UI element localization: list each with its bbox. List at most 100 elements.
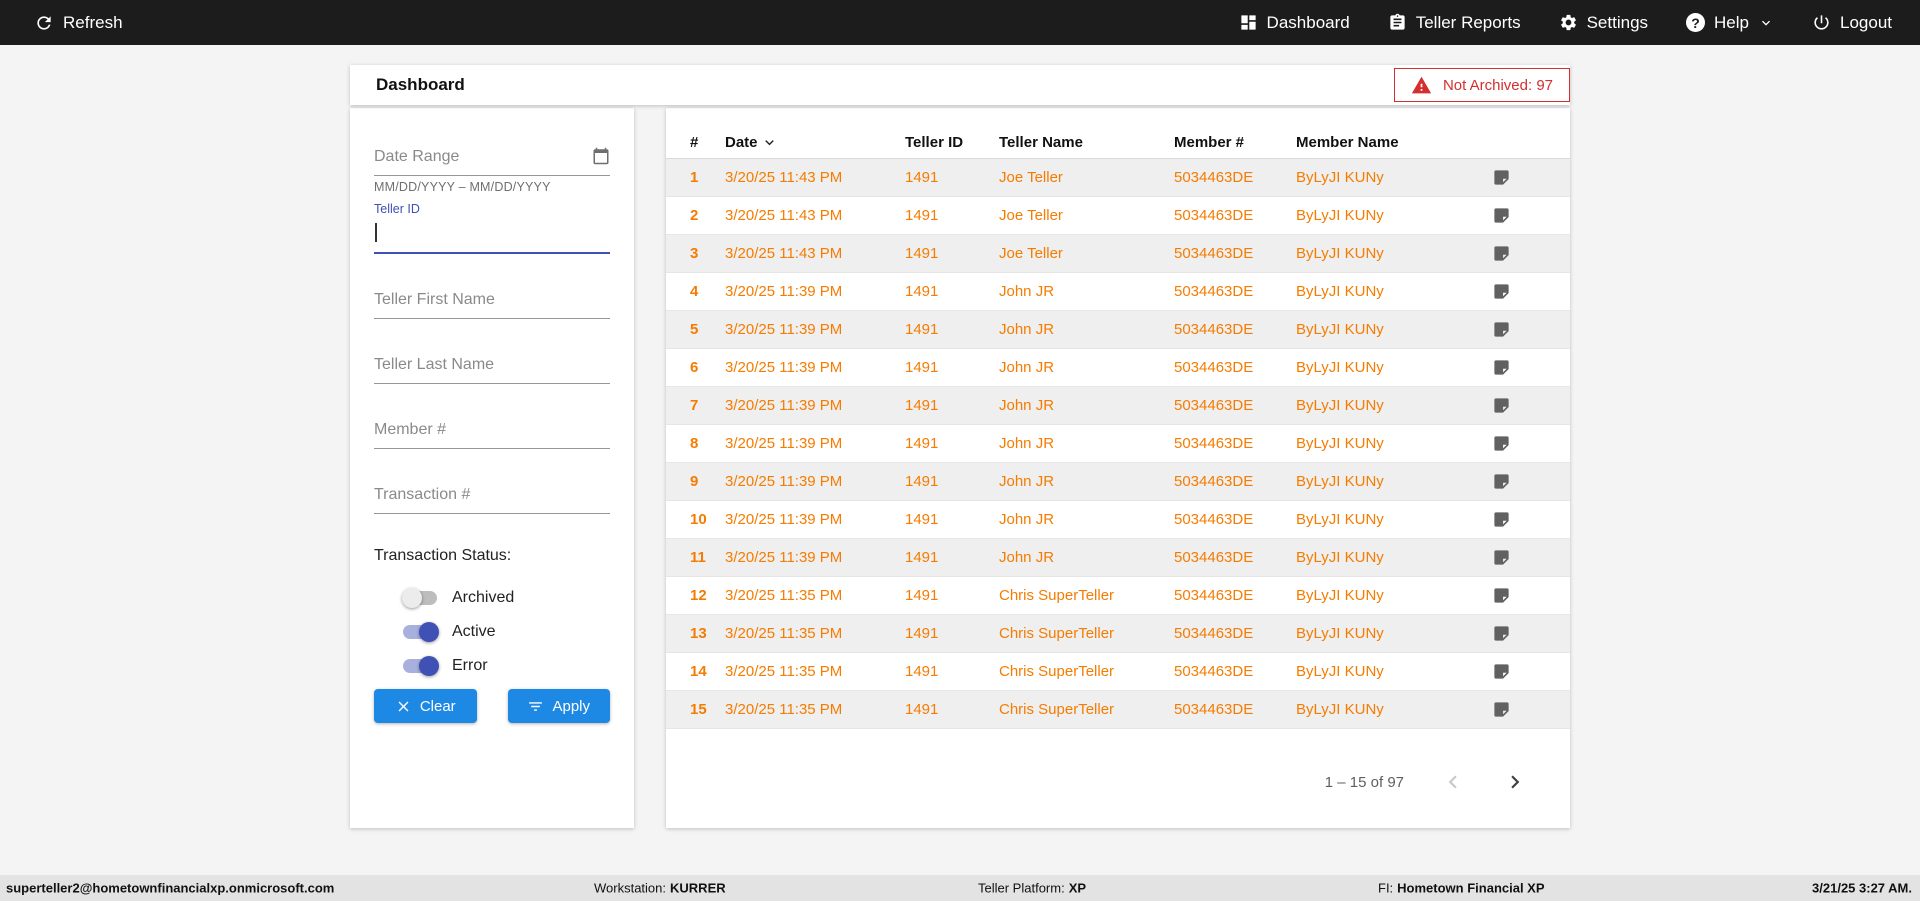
refresh-label: Refresh — [63, 12, 123, 32]
row-member-name: ByLyJI KUNy — [1296, 663, 1384, 680]
dashboard-icon — [1240, 15, 1256, 30]
toggle-label: Archived — [452, 589, 515, 606]
row-date: 3/20/25 11:35 PM — [725, 701, 843, 718]
table-row[interactable]: 1 3/20/25 11:43 PM 1491 Joe Teller 50344… — [666, 159, 1570, 197]
row-date: 3/20/25 11:39 PM — [725, 321, 843, 338]
page-header: Dashboard Not Archived: 97 — [350, 65, 1570, 105]
table-row[interactable]: 12 3/20/25 11:35 PM 1491 Chris SuperTell… — [666, 577, 1570, 615]
calendar-icon[interactable] — [592, 147, 610, 165]
toggle-list: Archived Active Error — [374, 581, 610, 683]
row-member-number: 5034463DE — [1174, 663, 1254, 680]
table-row[interactable]: 8 3/20/25 11:39 PM 1491 John JR 5034463D… — [666, 425, 1570, 463]
toggle-active[interactable] — [402, 622, 439, 642]
clipboard-icon — [1390, 13, 1405, 30]
note-icon[interactable] — [1492, 472, 1511, 491]
note-icon[interactable] — [1492, 358, 1511, 377]
power-icon — [1814, 15, 1829, 30]
table-row[interactable]: 6 3/20/25 11:39 PM 1491 John JR 5034463D… — [666, 349, 1570, 387]
table-row[interactable]: 3 3/20/25 11:43 PM 1491 Joe Teller 50344… — [666, 235, 1570, 273]
row-member-number: 5034463DE — [1174, 473, 1254, 490]
table-row[interactable]: 5 3/20/25 11:39 PM 1491 John JR 5034463D… — [666, 311, 1570, 349]
note-icon[interactable] — [1492, 434, 1511, 453]
table-row[interactable]: 7 3/20/25 11:39 PM 1491 John JR 5034463D… — [666, 387, 1570, 425]
teller-id-input[interactable] — [374, 216, 610, 254]
teller-platform-label: Teller Platform: — [978, 880, 1065, 896]
note-icon[interactable] — [1492, 586, 1511, 605]
table-row[interactable]: 9 3/20/25 11:39 PM 1491 John JR 5034463D… — [666, 463, 1570, 501]
table-row[interactable]: 14 3/20/25 11:35 PM 1491 Chris SuperTell… — [666, 653, 1570, 691]
table-row[interactable]: 15 3/20/25 11:35 PM 1491 Chris SuperTell… — [666, 691, 1570, 729]
column-date[interactable]: Date — [725, 134, 905, 151]
note-icon[interactable] — [1492, 662, 1511, 681]
note-icon[interactable] — [1492, 396, 1511, 415]
note-icon[interactable] — [1492, 510, 1511, 529]
toggle-thumb — [402, 588, 422, 608]
table-row[interactable]: 11 3/20/25 11:39 PM 1491 John JR 5034463… — [666, 539, 1570, 577]
table-row[interactable]: 4 3/20/25 11:39 PM 1491 John JR 5034463D… — [666, 273, 1570, 311]
nav-settings[interactable]: Settings — [1559, 13, 1648, 33]
nav-logout-label: Logout — [1840, 12, 1892, 32]
row-teller-id: 1491 — [905, 511, 939, 528]
page-title: Dashboard — [376, 75, 465, 94]
row-date: 3/20/25 11:35 PM — [725, 625, 843, 642]
toggle-error[interactable] — [402, 656, 439, 676]
nav-help[interactable]: ? Help — [1686, 13, 1774, 33]
table-row[interactable]: 13 3/20/25 11:35 PM 1491 Chris SuperTell… — [666, 615, 1570, 653]
column-teller-id[interactable]: Teller ID — [905, 134, 999, 151]
note-icon[interactable] — [1492, 244, 1511, 263]
row-number: 8 — [690, 435, 699, 452]
row-teller-id: 1491 — [905, 169, 939, 186]
row-teller-name: Chris SuperTeller — [999, 663, 1115, 680]
row-member-name: ByLyJI KUNy — [1296, 321, 1384, 338]
clear-button[interactable]: Clear — [374, 689, 477, 723]
next-page-button[interactable] — [1502, 769, 1528, 795]
column-member-number[interactable]: Member # — [1174, 134, 1296, 151]
row-number: 9 — [690, 473, 699, 490]
previous-page-button[interactable] — [1440, 769, 1466, 795]
note-icon[interactable] — [1492, 206, 1511, 225]
note-icon[interactable] — [1492, 320, 1511, 339]
toggle-row: Error — [374, 649, 610, 683]
row-member-number: 5034463DE — [1174, 283, 1254, 300]
teller-first-name-input[interactable] — [374, 287, 610, 319]
not-archived-badge[interactable]: Not Archived: 97 — [1393, 68, 1570, 102]
table-row[interactable]: 2 3/20/25 11:43 PM 1491 Joe Teller 50344… — [666, 197, 1570, 235]
note-icon[interactable] — [1492, 548, 1511, 567]
table-row[interactable]: 10 3/20/25 11:39 PM 1491 John JR 5034463… — [666, 501, 1570, 539]
row-date: 3/20/25 11:39 PM — [725, 359, 843, 376]
row-member-number: 5034463DE — [1174, 359, 1254, 376]
note-icon[interactable] — [1492, 282, 1511, 301]
note-icon[interactable] — [1492, 168, 1511, 187]
row-date: 3/20/25 11:35 PM — [725, 663, 843, 680]
row-teller-name: John JR — [999, 283, 1055, 300]
note-icon[interactable] — [1492, 700, 1511, 719]
column-member-name[interactable]: Member Name — [1296, 134, 1492, 151]
row-member-name: ByLyJI KUNy — [1296, 207, 1384, 224]
transaction-number-input[interactable] — [374, 482, 610, 514]
row-teller-id: 1491 — [905, 701, 939, 718]
refresh-button[interactable]: Refresh — [34, 13, 123, 33]
toggle-archived[interactable] — [402, 588, 439, 608]
apply-button[interactable]: Apply — [507, 689, 610, 723]
nav-logout[interactable]: Logout — [1812, 13, 1892, 33]
member-number-input[interactable] — [374, 417, 610, 449]
row-number: 5 — [690, 321, 699, 338]
date-range-input[interactable] — [374, 144, 610, 176]
table-body: 1 3/20/25 11:43 PM 1491 Joe Teller 50344… — [666, 159, 1570, 729]
nav-teller-reports[interactable]: Teller Reports — [1388, 13, 1521, 33]
nav-help-label: Help — [1714, 12, 1749, 32]
page-range-label: 1 – 15 of 97 — [1324, 773, 1404, 791]
row-member-name: ByLyJI KUNy — [1296, 701, 1384, 718]
nav-dashboard[interactable]: Dashboard — [1239, 13, 1350, 33]
row-teller-id: 1491 — [905, 207, 939, 224]
row-teller-id: 1491 — [905, 283, 939, 300]
row-teller-name: John JR — [999, 549, 1055, 566]
row-number: 15 — [690, 701, 707, 718]
note-icon[interactable] — [1492, 624, 1511, 643]
column-number[interactable]: # — [690, 134, 725, 151]
teller-last-name-input[interactable] — [374, 352, 610, 384]
row-member-number: 5034463DE — [1174, 397, 1254, 414]
row-teller-name: Joe Teller — [999, 169, 1063, 186]
paginator: 1 – 15 of 97 — [666, 769, 1570, 795]
column-teller-name[interactable]: Teller Name — [999, 134, 1174, 151]
